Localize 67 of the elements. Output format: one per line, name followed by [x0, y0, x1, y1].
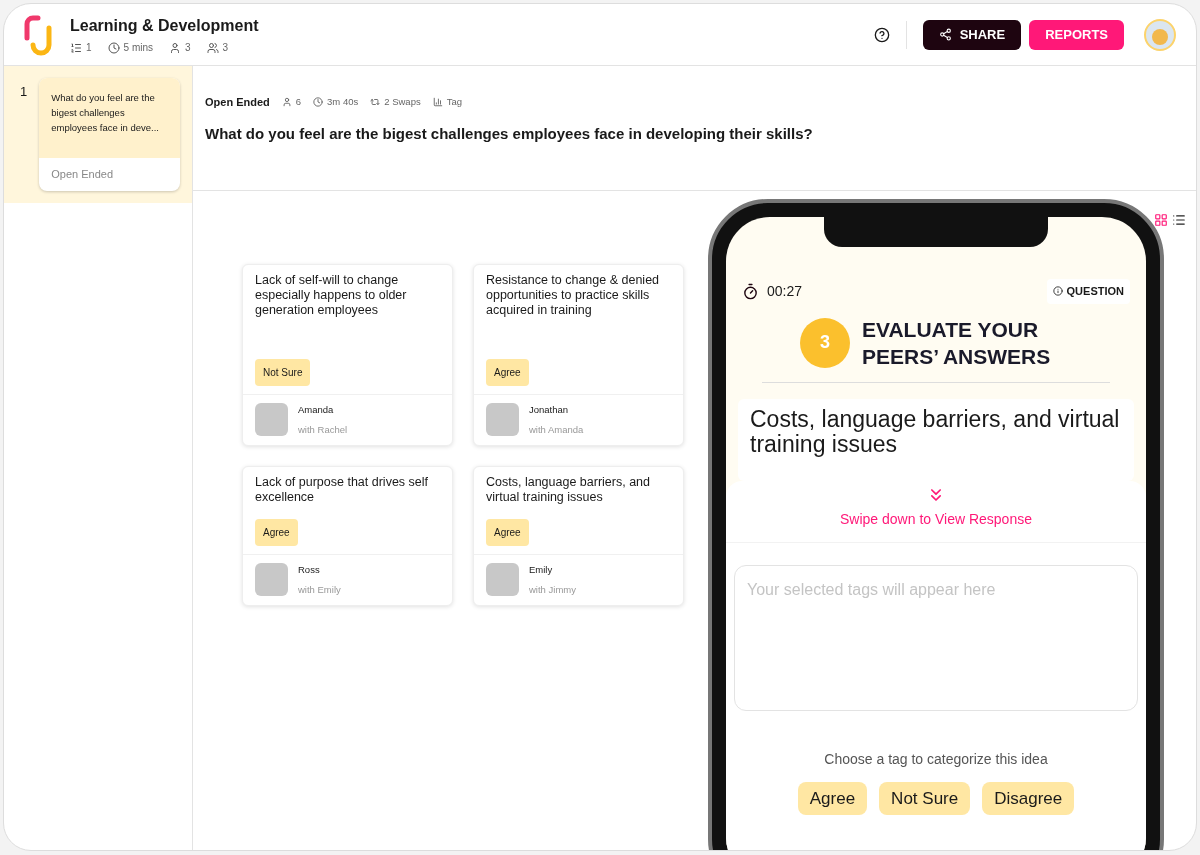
help-icon[interactable] — [873, 26, 890, 43]
response-text: Costs, language barriers, and virtual training issues — [486, 475, 651, 505]
partner-name: with Jimmy — [529, 582, 576, 597]
avatar-placeholder — [255, 563, 288, 597]
question-type: Open Ended — [50, 167, 114, 182]
stat-text: 3m 40s — [327, 95, 359, 110]
stat-text: 3 — [222, 41, 229, 55]
question-text: What do you feel are the bigest challenges employees face in developing their skills? — [205, 123, 814, 144]
question-button[interactable]: QUESTION — [1046, 279, 1130, 304]
response-card[interactable]: Costs, language barriers, and virtual training issues Agree Emily with Jimmy — [473, 466, 684, 606]
response-card[interactable]: Lack of self-will to change especially happens to older generation employees Not Sure Amanda with Rachel — [242, 264, 453, 446]
response-text: Lack of self-will to change especially happens to older generation employees — [255, 273, 408, 318]
tag-prompt: Choose a tag to categorize this idea — [824, 749, 1048, 769]
answer-card: Costs, language barriers, and virtual training issues — [738, 398, 1134, 481]
response-text: Lack of purpose that drives self excellence — [255, 475, 429, 505]
stat-text: Tag — [446, 95, 462, 110]
step-title: EVALUATE YOUR PEERS’ ANSWERS — [862, 316, 1052, 370]
question-number: 1 — [20, 83, 28, 101]
author-name: Emily — [529, 562, 554, 577]
person-icon — [169, 41, 181, 54]
tag-option[interactable]: Disagree — [982, 781, 1075, 815]
clock-icon — [313, 97, 324, 108]
logo-icon — [24, 13, 54, 56]
stat-text: 2 Swaps — [384, 95, 421, 110]
list-view-icon[interactable] — [1172, 213, 1186, 227]
clock-icon — [107, 41, 120, 54]
question-list-item[interactable]: 1 What do you feel are the bigest challenges employees face in deve... Open Ended — [4, 66, 192, 203]
response-text: Resistance to change & denied opportunities to practice skills acquired in training — [486, 273, 661, 318]
swipe-hint: Swipe down to View Response — [840, 509, 1032, 529]
stat-text: 6 — [295, 95, 302, 110]
response-card[interactable]: Resistance to change & denied opportunities to practice skills acquired in training Agree Jonathan with Amanda — [473, 264, 684, 446]
group-icon — [206, 41, 219, 54]
author-name: Amanda — [298, 402, 335, 417]
avatar-placeholder — [486, 403, 519, 437]
list-icon — [70, 41, 82, 54]
avatar-placeholder — [486, 563, 519, 597]
response-tag: Not Sure — [255, 358, 311, 386]
step-badge: 3 — [800, 317, 850, 368]
info-icon — [1052, 286, 1063, 297]
grid-view-icon[interactable] — [1154, 213, 1168, 227]
stat-text: 5 mins — [123, 41, 153, 55]
question-preview: What do you feel are the bigest challenges employees face in deve... — [39, 78, 180, 158]
partner-name: with Amanda — [529, 422, 584, 437]
stat-text: 1 — [86, 41, 92, 55]
share-icon — [938, 28, 952, 41]
selected-tags-field[interactable]: Your selected tags will appear here — [734, 564, 1138, 711]
author-name: Jonathan — [529, 402, 570, 417]
question-type-label: Open Ended — [205, 95, 270, 110]
response-tag: Agree — [486, 518, 529, 546]
person-icon — [281, 97, 292, 108]
stat-text: 3 — [185, 41, 191, 55]
timer-text: 00:27 — [767, 281, 803, 301]
stopwatch-icon — [742, 282, 759, 300]
partner-name: with Emily — [298, 582, 341, 597]
partner-name: with Rachel — [298, 422, 348, 437]
reports-button[interactable]: REPORTS — [1029, 19, 1124, 50]
response-tag: Agree — [486, 358, 529, 386]
tag-option[interactable]: Agree — [797, 781, 868, 815]
chart-icon — [432, 97, 443, 108]
response-tag: Agree — [255, 518, 298, 546]
author-name: Ross — [298, 562, 321, 577]
tag-option[interactable]: Not Sure — [879, 781, 971, 815]
session-title: Learning & Development — [70, 16, 259, 36]
avatar-placeholder — [255, 403, 288, 437]
swap-icon — [370, 97, 381, 108]
share-button[interactable]: SHARE — [922, 19, 1022, 50]
response-card[interactable]: Lack of purpose that drives self excellence Agree Ross with Emily — [242, 466, 453, 606]
